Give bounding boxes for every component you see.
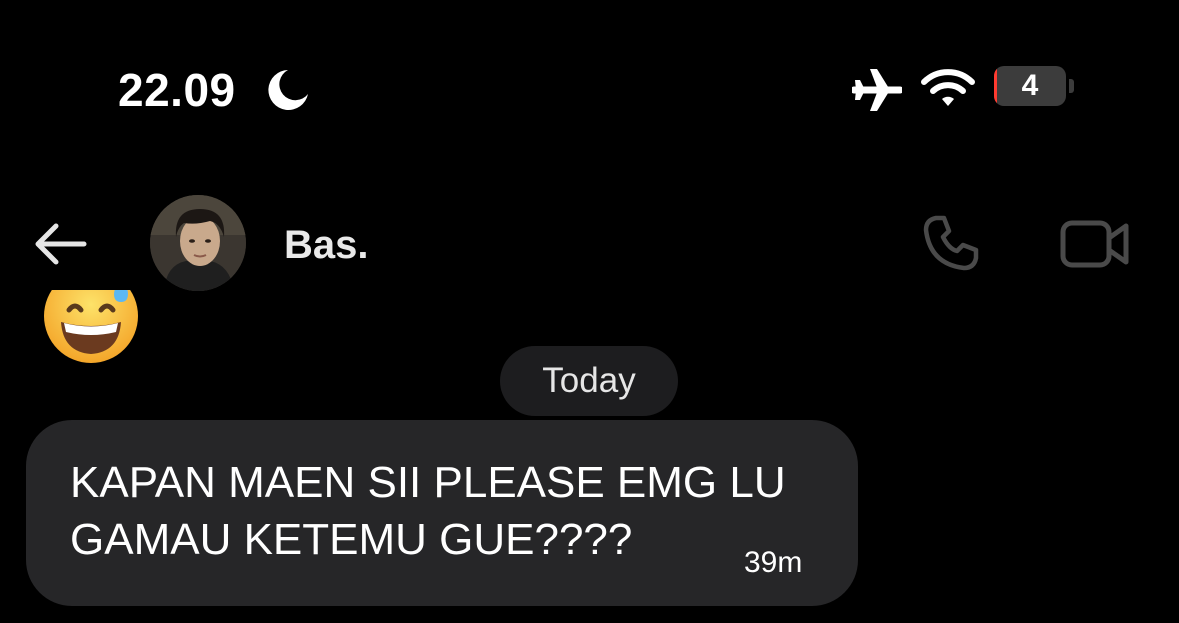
wifi-icon [921,69,975,106]
message-text: KAPAN MAEN SII PLEASE EMG LU GAMAU KETEM… [70,458,786,564]
airplane-icon [852,69,902,111]
message-bubble[interactable]: KAPAN MAEN SII PLEASE EMG LU GAMAU KETEM… [26,420,858,606]
phone-icon[interactable] [922,214,980,272]
status-bar: 22.09 4 [0,0,1179,170]
message-timestamp: 39m [744,546,803,579]
status-time: 22.09 [118,64,236,116]
contact-name[interactable]: Bas. [284,222,369,268]
battery-cap [1069,79,1074,93]
back-button[interactable] [32,221,88,267]
battery-level-text: 4 [1021,69,1039,102]
grinning-face-with-sweat-emoji [42,290,140,376]
contact-avatar[interactable] [150,195,246,291]
avatar-photo [150,195,246,291]
moon-icon [268,70,308,110]
video-camera-icon[interactable] [1060,218,1130,270]
date-separator: Today [500,346,678,416]
battery-indicator: 4 [994,66,1066,106]
